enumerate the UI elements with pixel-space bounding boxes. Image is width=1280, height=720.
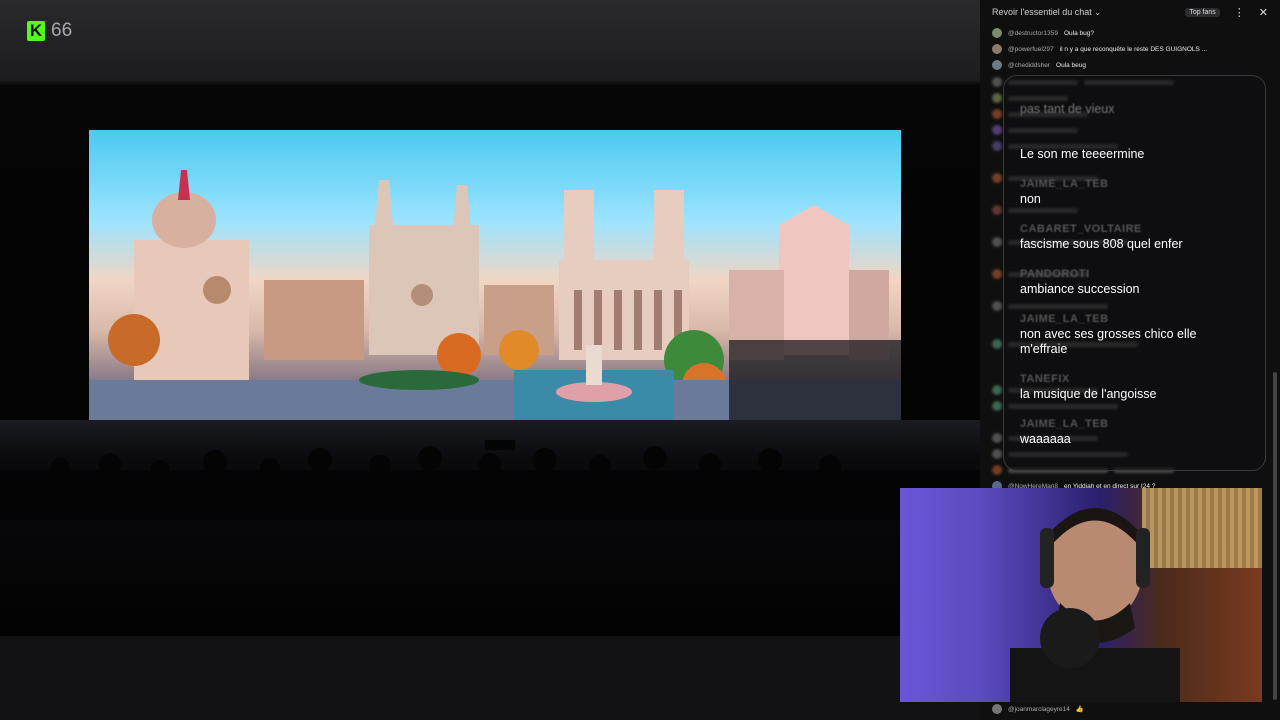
chat-highlight-overlay: pas tant de vieux Le son me teeeermine J… xyxy=(1003,75,1266,471)
stream-view[interactable]: K 66 xyxy=(0,0,980,720)
overlay-message: la musique de l'angoisse xyxy=(1020,387,1157,401)
overlay-username: CABARET_VOLTAIRE xyxy=(1020,223,1142,235)
overlay-message: waaaaaa xyxy=(1020,432,1071,446)
stage-screen-image xyxy=(89,130,901,424)
chat-mode-label: Revoir l'essentiel du chat xyxy=(992,7,1092,17)
chat-mode-dropdown[interactable]: Revoir l'essentiel du chat ⌄ xyxy=(992,7,1181,17)
streamer-silhouette xyxy=(1010,508,1180,702)
chat-username[interactable]: @destructor1359 xyxy=(1008,30,1058,37)
chat-text: il n y a que reconquête le reste DES GUI… xyxy=(1059,45,1208,53)
audience-silhouette xyxy=(0,440,980,520)
stream-bottom-bar xyxy=(0,636,980,720)
webcam-feed xyxy=(900,488,1262,702)
chat-text: Oula beug xyxy=(1056,61,1087,69)
overlay-message: ambiance succession xyxy=(1020,282,1140,296)
overlay-message: non xyxy=(1020,192,1041,206)
avatar xyxy=(992,704,1002,714)
kick-logo-icon: K xyxy=(27,21,45,41)
chevron-down-icon: ⌄ xyxy=(1094,8,1101,17)
chat-message: @chediddsher Oula beug xyxy=(992,58,1086,72)
overlay-message: fascisme sous 808 quel enfer xyxy=(1020,237,1183,251)
overlay-username: TANEFIX xyxy=(1020,373,1070,385)
more-options-icon[interactable]: ⋮ xyxy=(1234,6,1245,19)
chat-username[interactable]: @powerfuel297 xyxy=(1008,46,1054,53)
chat-message: @destructor1359 Oula bug? xyxy=(992,26,1094,40)
close-icon[interactable]: ✕ xyxy=(1259,6,1268,19)
avatar xyxy=(992,28,1002,38)
overlay-username: JAIME_LA_TEB xyxy=(1020,313,1109,325)
chat-username[interactable]: @joanmarclageyre14 xyxy=(1008,706,1070,713)
overlay-username: JAIME_LA_TEB xyxy=(1020,178,1109,190)
avatar xyxy=(992,60,1002,70)
chat-message: @joanmarclageyre14 👍 xyxy=(992,702,1084,716)
chat-text: 👍 xyxy=(1075,706,1084,713)
top-fans-badge[interactable]: Top fans xyxy=(1185,7,1220,17)
microphone xyxy=(1040,608,1100,668)
overlay-message: pas tant de vieux xyxy=(1020,102,1115,116)
chat-message: @powerfuel297 il n y a que reconquête le… xyxy=(992,42,1207,56)
viewer-count: 66 xyxy=(51,20,73,41)
overlay-username: PANDOROTI xyxy=(1020,268,1090,280)
overlay-username: JAIME_LA_TEB xyxy=(1020,418,1109,430)
chat-header: Revoir l'essentiel du chat ⌄ Top fans ⋮ … xyxy=(980,0,1280,24)
chat-text: Oula bug? xyxy=(1063,29,1094,37)
chat-username[interactable]: @chediddsher xyxy=(1008,62,1050,69)
chat-scrollbar[interactable] xyxy=(1273,372,1277,700)
kick-brand: K 66 xyxy=(27,20,72,42)
overlay-message: Le son me teeeermine xyxy=(1020,147,1145,161)
overlay-message: non avec ses grosses chico elle m'effrai… xyxy=(1020,327,1197,356)
avatar xyxy=(992,44,1002,54)
